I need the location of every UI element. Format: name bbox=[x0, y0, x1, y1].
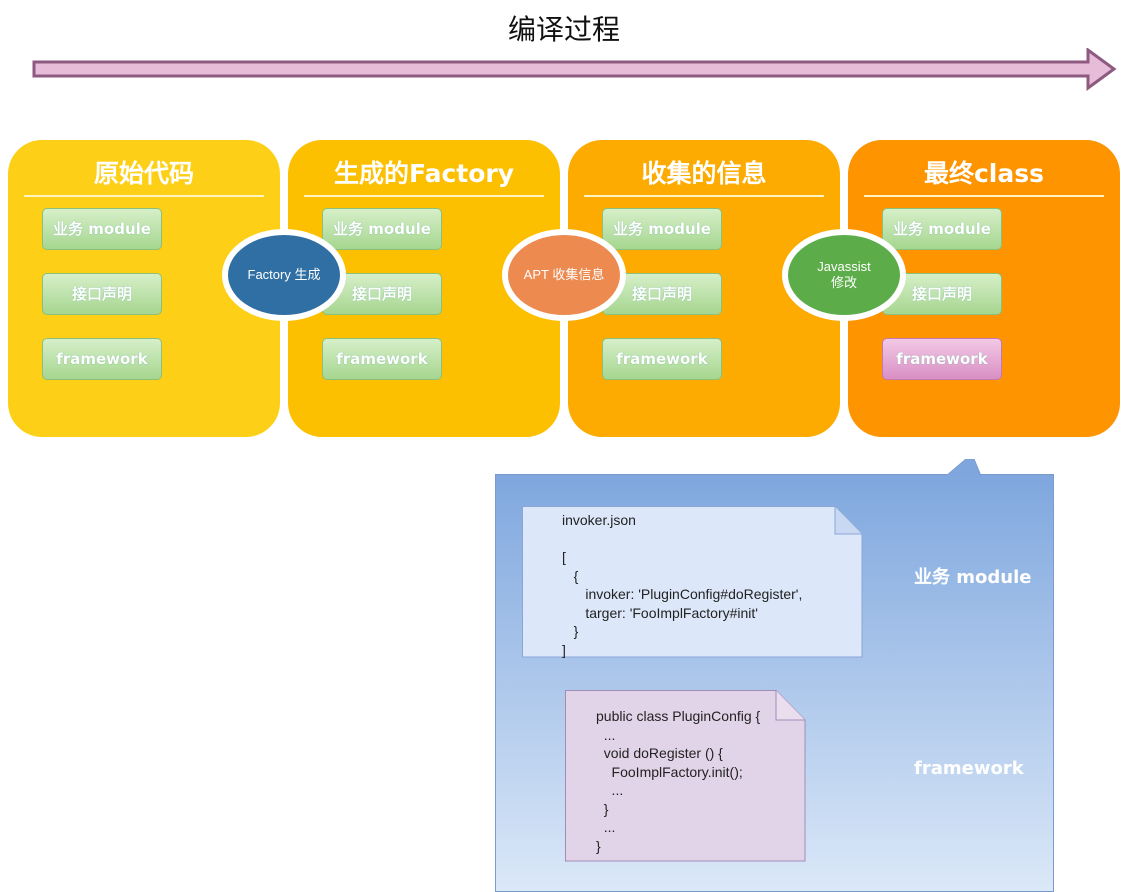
layer-box: framework bbox=[602, 338, 722, 380]
module-label: 业务 module bbox=[914, 567, 1032, 588]
detail-callout: invoker.json [ { invoker: 'PluginConfig#… bbox=[495, 459, 1054, 892]
layer-box: framework bbox=[42, 338, 162, 380]
divider bbox=[304, 195, 544, 197]
invoker-json-note: invoker.json [ { invoker: 'PluginConfig#… bbox=[562, 512, 803, 658]
stage-title: 原始代码 bbox=[93, 159, 194, 188]
layer-box: 接口声明 bbox=[42, 273, 162, 315]
step-javassist-modify: Javassist 修改 bbox=[782, 229, 906, 321]
stage-title: 生成的Factory bbox=[333, 159, 515, 188]
step-factory-generate: Factory 生成 bbox=[222, 229, 346, 321]
divider bbox=[584, 195, 824, 197]
layer-box: framework bbox=[882, 338, 1002, 380]
divider bbox=[864, 195, 1104, 197]
stage-title: 最终class bbox=[923, 159, 1045, 188]
layer-box: framework bbox=[322, 338, 442, 380]
framework-label: framework bbox=[914, 758, 1024, 779]
callout-pointer bbox=[946, 459, 982, 477]
timeline-arrow bbox=[32, 48, 1117, 91]
layer-box: 业务 module bbox=[882, 208, 1002, 250]
layer-box: 业务 module bbox=[322, 208, 442, 250]
step-apt-collect: APT 收集信息 bbox=[502, 229, 626, 321]
divider bbox=[24, 195, 264, 197]
stage-title: 收集的信息 bbox=[641, 159, 767, 188]
layer-box: 业务 module bbox=[42, 208, 162, 250]
layer-box: 业务 module bbox=[602, 208, 722, 250]
plugin-config-code-note: public class PluginConfig { ... void doR… bbox=[596, 708, 761, 854]
diagram-title: 编译过程 bbox=[507, 13, 620, 46]
